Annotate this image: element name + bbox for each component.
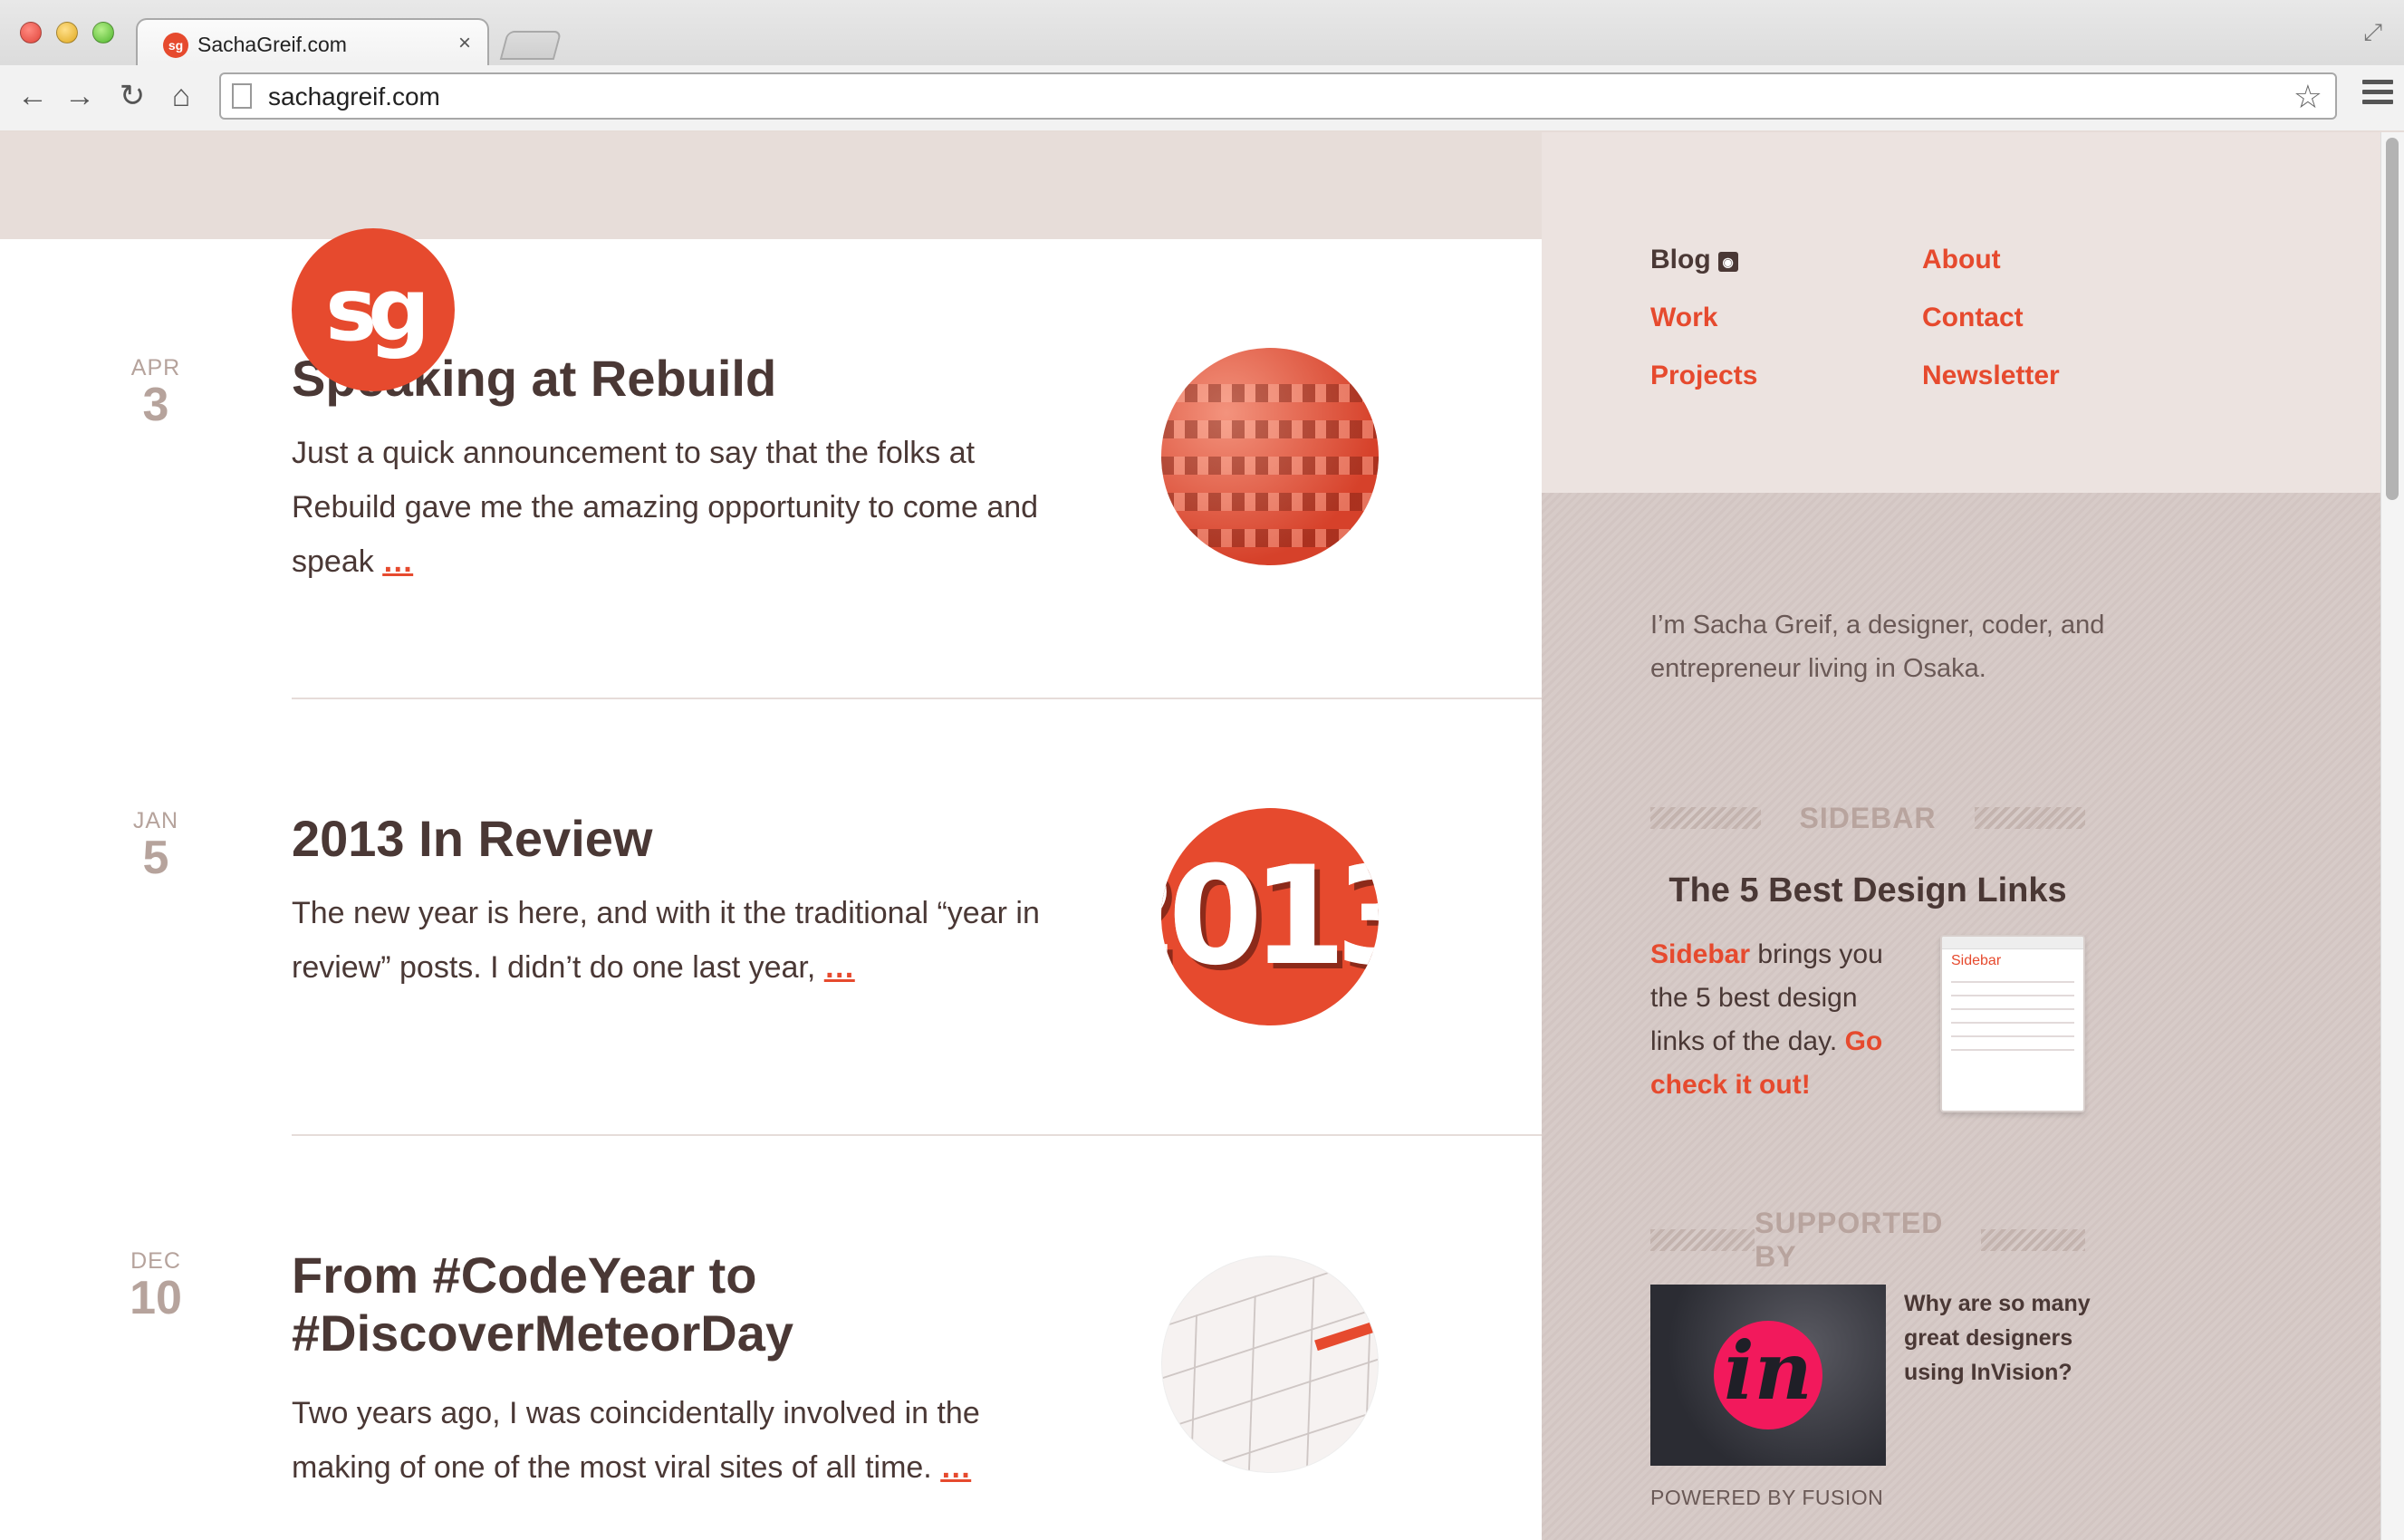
reload-icon[interactable]: ↻ bbox=[114, 78, 150, 114]
post-excerpt-text: Two years ago, I was coincidentally invo… bbox=[292, 1396, 980, 1485]
post-thumbnail[interactable] bbox=[1161, 1256, 1379, 1473]
post-day: 3 bbox=[142, 379, 169, 431]
author-bio: I’m Sacha Greif, a designer, coder, and … bbox=[1650, 611, 2105, 683]
nav-contact[interactable]: Contact bbox=[1922, 303, 2024, 333]
sidebar-screenshot-title: Sidebar bbox=[1951, 953, 2002, 968]
post-month: APR bbox=[130, 355, 181, 380]
post-title[interactable]: 2013 In Review bbox=[292, 810, 652, 868]
url-text[interactable]: sachagreif.com bbox=[268, 82, 440, 111]
scrollbar-thumb[interactable] bbox=[2386, 138, 2399, 500]
section-label: SIDEBAR bbox=[1799, 801, 1937, 834]
post-thumbnail[interactable] bbox=[1161, 348, 1379, 565]
stripe-decoration bbox=[1650, 1229, 1755, 1251]
sidebar-link[interactable]: Sidebar bbox=[1650, 939, 1750, 969]
sidebar-screenshot[interactable]: Sidebar bbox=[1940, 935, 2085, 1112]
supported-section-header: SUPPORTED BY bbox=[1650, 1207, 2086, 1273]
section-label: SUPPORTED BY bbox=[1755, 1207, 1944, 1273]
page-icon bbox=[232, 83, 252, 109]
stripe-decoration bbox=[1974, 807, 2085, 829]
nav-blog-label: Blog bbox=[1650, 245, 1711, 274]
sponsor-ad-text[interactable]: Why are so many great designers using In… bbox=[1904, 1286, 2103, 1390]
nav-newsletter[interactable]: Newsletter bbox=[1922, 361, 2060, 391]
stripe-decoration bbox=[1980, 1229, 2086, 1251]
post-list: sg APR 3 Speaking at Rebuild Just a quic… bbox=[0, 228, 1542, 1540]
tab-close-icon[interactable]: × bbox=[458, 31, 471, 56]
site-logo[interactable]: sg bbox=[292, 228, 455, 391]
post-date: APR 3 bbox=[127, 355, 185, 428]
post-thumbnail[interactable]: 2013 bbox=[1161, 808, 1379, 1025]
tab-title: SachaGreif.com bbox=[197, 33, 347, 56]
powered-by-text[interactable]: POWERED BY FUSION bbox=[1650, 1486, 1883, 1510]
sidebar-section-header: SIDEBAR bbox=[1650, 801, 2085, 834]
address-bar[interactable]: sachagreif.com ☆ bbox=[219, 72, 2337, 120]
nav-blog[interactable]: Blog ◉ bbox=[1650, 245, 1738, 275]
tab-strip: sg SachaGreif.com × ⤢ bbox=[0, 0, 2404, 69]
nav-work[interactable]: Work bbox=[1650, 303, 1717, 333]
read-more-link[interactable]: … bbox=[940, 1450, 971, 1485]
post-title[interactable]: From #CodeYear to #DiscoverMeteorDay bbox=[292, 1246, 926, 1362]
zoom-window-button[interactable] bbox=[92, 22, 114, 43]
home-icon[interactable]: ⌂ bbox=[163, 78, 199, 114]
post-month: DEC bbox=[130, 1248, 181, 1274]
minimize-window-button[interactable] bbox=[56, 22, 78, 43]
browser-chrome: sg SachaGreif.com × ⤢ ← → ↻ ⌂ sachagreif… bbox=[0, 0, 2404, 130]
scrollbar[interactable] bbox=[2380, 132, 2404, 1540]
post-excerpt: Two years ago, I was coincidentally invo… bbox=[292, 1386, 1062, 1495]
back-arrow-icon[interactable]: ← bbox=[14, 78, 51, 114]
post-excerpt: Just a quick announcement to say that th… bbox=[292, 426, 1062, 589]
stripe-decoration bbox=[1650, 807, 1761, 829]
post-divider bbox=[292, 698, 1542, 699]
browser-tab[interactable]: sg SachaGreif.com × bbox=[136, 18, 489, 69]
favicon-icon: sg bbox=[163, 33, 188, 58]
thumbnail-year-text: 2013 bbox=[1161, 838, 1379, 996]
nav-about[interactable]: About bbox=[1922, 245, 2001, 275]
post-divider bbox=[292, 1134, 1542, 1136]
post-date: DEC 10 bbox=[127, 1248, 185, 1322]
new-tab-button[interactable] bbox=[499, 31, 563, 60]
post-day: 10 bbox=[130, 1272, 182, 1324]
post-month: JAN bbox=[132, 808, 179, 833]
close-window-button[interactable] bbox=[20, 22, 42, 43]
rss-icon[interactable]: ◉ bbox=[1717, 252, 1738, 272]
sponsor-ad-image[interactable]: in bbox=[1650, 1285, 1886, 1466]
read-more-link[interactable]: … bbox=[382, 544, 413, 579]
post-excerpt-text: The new year is here, and with it the tr… bbox=[292, 896, 1040, 985]
sidebar-promo-text: Sidebar brings you the 5 best design lin… bbox=[1650, 933, 1913, 1107]
post-day: 5 bbox=[142, 832, 169, 884]
nav-projects[interactable]: Projects bbox=[1650, 361, 1757, 391]
browser-toolbar: ← → ↻ ⌂ sachagreif.com ☆ bbox=[0, 65, 2404, 130]
browser-menu-icon[interactable] bbox=[2362, 80, 2393, 110]
invision-logo: in bbox=[1714, 1321, 1822, 1429]
post-date: JAN 5 bbox=[127, 808, 185, 881]
fullscreen-icon[interactable]: ⤢ bbox=[2363, 18, 2382, 47]
bookmark-star-icon[interactable]: ☆ bbox=[2293, 78, 2322, 116]
forward-arrow-icon[interactable]: → bbox=[62, 78, 98, 114]
page-viewport: sg APR 3 Speaking at Rebuild Just a quic… bbox=[0, 132, 2404, 1540]
read-more-link[interactable]: … bbox=[824, 950, 855, 985]
sidebar-promo-title: The 5 Best Design Links bbox=[1668, 871, 2067, 910]
post-excerpt: The new year is here, and with it the tr… bbox=[292, 886, 1062, 995]
